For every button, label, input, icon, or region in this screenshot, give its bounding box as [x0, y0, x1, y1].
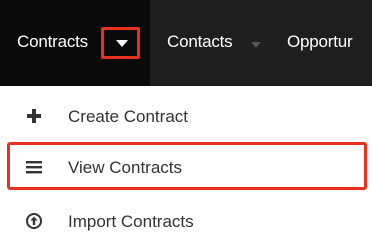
contracts-dropdown-toggle[interactable]: [101, 27, 140, 59]
plus-icon: [27, 109, 41, 123]
menu-item-view-contracts[interactable]: View Contracts: [0, 142, 372, 192]
list-icon: [26, 161, 42, 174]
tab-opportunities[interactable]: Opportur: [287, 32, 353, 52]
top-nav-bar: Contracts Contacts Opportur: [0, 0, 372, 86]
contracts-dropdown-menu: Create Contract View Contracts Import Co…: [0, 86, 372, 241]
menu-item-import-contracts[interactable]: Import Contracts: [0, 199, 372, 241]
highlight-box: [7, 142, 367, 190]
menu-item-label: Import Contracts: [68, 212, 194, 231]
menu-item-create-contract[interactable]: Create Contract: [0, 94, 372, 138]
upload-circle-icon: [26, 213, 42, 229]
contacts-caret-down-icon[interactable]: [251, 42, 261, 48]
tab-contracts[interactable]: Contracts: [0, 0, 150, 86]
menu-item-label: View Contracts: [68, 158, 183, 177]
menu-item-label: Create Contract: [68, 107, 188, 126]
tab-contracts-label: Contracts: [17, 32, 88, 51]
tab-contacts[interactable]: Contacts: [167, 32, 233, 52]
caret-down-icon: [116, 40, 128, 47]
